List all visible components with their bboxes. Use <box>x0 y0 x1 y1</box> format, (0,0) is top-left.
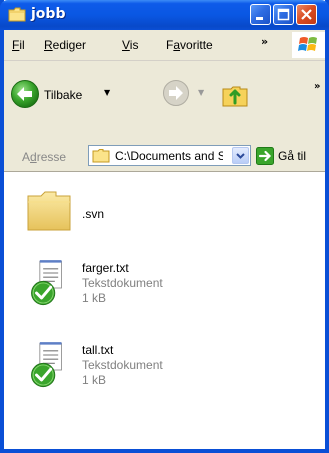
folder-icon <box>27 191 71 231</box>
menu-view-accel: V <box>122 38 130 52</box>
list-item[interactable]: .svn <box>4 182 325 242</box>
maximize-icon <box>277 8 290 21</box>
file-size: 1 kB <box>82 291 107 305</box>
toolbar: Tilbake ▼ ▼ » <box>4 61 325 142</box>
window-title: jobb <box>31 6 66 22</box>
minimize-button[interactable] <box>250 4 271 25</box>
folder-up-icon[interactable] <box>220 79 250 109</box>
address-label-rest: resse <box>36 150 67 164</box>
menu-favorites-label: voritte <box>180 38 213 52</box>
text-document-icon <box>31 342 62 388</box>
minimize-icon <box>256 17 263 20</box>
go-arrow-icon[interactable] <box>256 147 274 165</box>
toolbar-overflow-chevron[interactable]: » <box>314 81 320 92</box>
forward-dropdown-arrow[interactable]: ▼ <box>198 88 204 97</box>
address-value: C:\Documents and Settings <box>115 149 223 163</box>
close-button[interactable] <box>296 4 317 25</box>
file-type: Tekstdokument <box>82 358 163 372</box>
menu-favorites[interactable]: Favoritte <box>166 38 213 52</box>
address-label-pre: A <box>22 150 31 164</box>
go-button-label[interactable]: Gå til <box>278 149 306 163</box>
file-list: .svn farger.txt Tekstdokument 1 kB tall.… <box>4 172 325 449</box>
maximize-button[interactable] <box>273 4 294 25</box>
close-icon <box>301 9 312 20</box>
menu-edit[interactable]: Rediger <box>44 38 86 52</box>
windows-logo-icon <box>292 32 325 58</box>
menu-overflow-chevron[interactable]: » <box>261 35 268 48</box>
file-name: tall.txt <box>82 343 114 357</box>
file-name: farger.txt <box>82 261 129 275</box>
menu-edit-label: ediger <box>52 38 87 52</box>
file-type: Tekstdokument <box>82 276 163 290</box>
address-dropdown-button[interactable] <box>232 147 249 164</box>
folder-icon <box>92 149 110 163</box>
menu-view[interactable]: Vis <box>122 38 138 52</box>
address-label: Adresse <box>22 150 66 164</box>
file-name: .svn <box>82 207 105 221</box>
menu-view-label: is <box>129 38 139 52</box>
folder-icon <box>8 7 26 22</box>
list-item[interactable]: tall.txt Tekstdokument 1 kB <box>4 336 325 406</box>
file-size: 1 kB <box>82 373 107 387</box>
address-label-accel: d <box>30 150 37 164</box>
chevron-down-icon <box>236 153 245 159</box>
text-document-icon <box>31 260 62 306</box>
list-item[interactable]: farger.txt Tekstdokument 1 kB <box>4 254 325 324</box>
menu-file-label: il <box>19 38 25 52</box>
menu-bar: Fil Rediger Vis Favoritte » <box>4 30 325 61</box>
back-dropdown-arrow[interactable]: ▼ <box>104 88 110 97</box>
address-bar: Adresse C:\Documents and Settings Gå til <box>4 141 325 172</box>
back-arrow-icon[interactable] <box>10 79 40 109</box>
address-input[interactable]: C:\Documents and Settings <box>88 145 251 166</box>
title-bar[interactable]: jobb <box>0 0 329 30</box>
menu-edit-accel: R <box>44 38 53 52</box>
forward-arrow-icon[interactable] <box>162 79 190 107</box>
back-button-label[interactable]: Tilbake <box>44 88 82 102</box>
menu-file[interactable]: Fil <box>12 38 25 52</box>
